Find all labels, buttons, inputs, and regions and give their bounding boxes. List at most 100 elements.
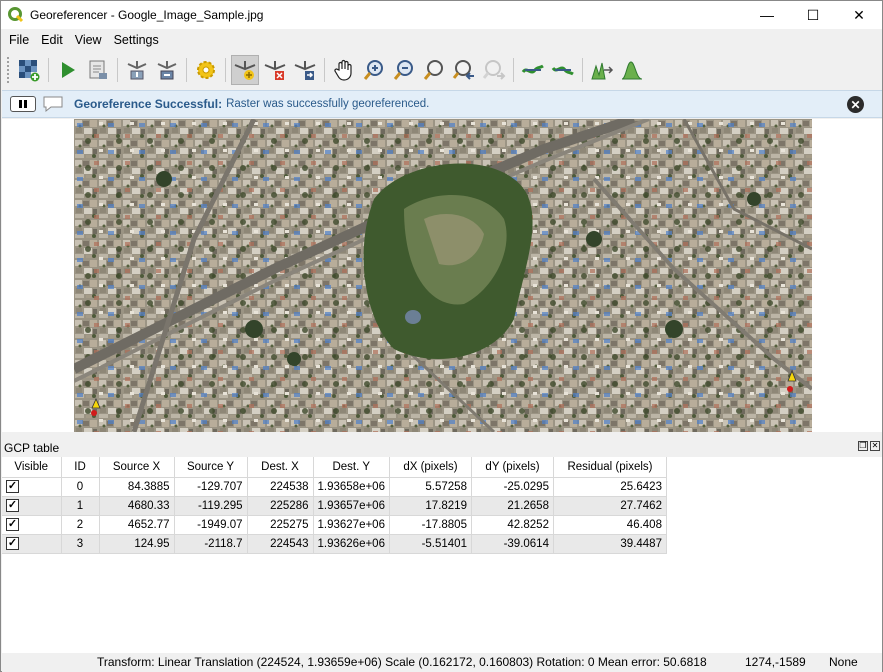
col-header-dx[interactable]: dX (pixels) — [389, 457, 472, 478]
close-window-button[interactable]: ✕ — [836, 1, 882, 29]
save-gcp-points-button[interactable] — [153, 55, 181, 85]
cell-dest-x[interactable]: 225275 — [247, 515, 314, 535]
cell-residual: 39.4487 — [553, 534, 667, 554]
start-georeferencing-icon — [62, 62, 75, 78]
move-point-button[interactable] — [291, 55, 319, 85]
cell-dest-y[interactable]: 1.93657e+06 — [313, 496, 390, 516]
toolbar-grip[interactable] — [7, 57, 10, 83]
cell-source-y[interactable]: -1949.07 — [174, 515, 248, 535]
zoom-out-icon — [393, 60, 413, 80]
cell-dest-y[interactable]: 1.93627e+06 — [313, 515, 390, 535]
coordinates-readout: 1274,-1589 — [745, 655, 806, 669]
visible-checkbox[interactable]: ✓ — [6, 537, 19, 550]
zoom-in-button[interactable] — [360, 55, 388, 85]
full-histogram-stretch-button[interactable] — [588, 55, 616, 85]
cell-dy: -25.0295 — [471, 477, 554, 497]
delete-point-button[interactable] — [261, 55, 289, 85]
message-title: Georeference Successful: — [74, 97, 223, 111]
cell-source-y[interactable]: -129.707 — [174, 477, 248, 497]
table-row[interactable]: ✓ 3 124.95 -2118.7 224543 1.93626e+06 -5… — [2, 534, 667, 554]
message-bar: Georeference Successful: Raster was succ… — [2, 90, 882, 118]
cell-dx: -17.8805 — [389, 515, 472, 535]
cell-dx: 5.57258 — [389, 477, 472, 497]
col-header-dest-x[interactable]: Dest. X — [247, 457, 314, 478]
visible-checkbox[interactable]: ✓ — [6, 480, 19, 493]
open-raster-button[interactable] — [15, 55, 43, 85]
local-histogram-stretch-button[interactable] — [618, 55, 646, 85]
close-message-button[interactable]: ✕ — [847, 96, 864, 113]
georeferencer-canvas[interactable] — [2, 119, 882, 432]
col-header-source-x[interactable]: Source X — [99, 457, 175, 478]
col-header-dy[interactable]: dY (pixels) — [471, 457, 554, 478]
delete-point-icon — [264, 61, 286, 80]
panel-splitter[interactable] — [2, 432, 882, 438]
menu-settings[interactable]: Settings — [108, 29, 165, 51]
toolbar-separator — [225, 58, 226, 82]
zoom-last-icon — [452, 60, 474, 80]
transformation-settings-icon — [197, 61, 215, 79]
close-panel-button[interactable]: ✕ — [870, 441, 880, 451]
speech-bubble-icon — [43, 96, 63, 113]
cell-dy: -39.0614 — [471, 534, 554, 554]
cell-dest-x[interactable]: 224543 — [247, 534, 314, 554]
cell-dy: 21.2658 — [471, 496, 554, 516]
table-row[interactable]: ✓ 1 4680.33 -119.295 225286 1.93657e+06 … — [2, 496, 667, 516]
cell-source-x[interactable]: 84.3885 — [99, 477, 175, 497]
close-icon: ✕ — [850, 97, 861, 112]
zoom-to-layer-button[interactable] — [420, 55, 448, 85]
col-header-source-y[interactable]: Source Y — [174, 457, 248, 478]
cell-dest-y[interactable]: 1.93658e+06 — [313, 477, 390, 497]
add-point-button[interactable] — [231, 55, 259, 85]
transformation-settings-button[interactable] — [192, 55, 220, 85]
cell-residual: 46.408 — [553, 515, 667, 535]
visible-checkbox[interactable]: ✓ — [6, 499, 19, 512]
cell-residual: 27.7462 — [553, 496, 667, 516]
gcp-table-area: Visible ID Source X Source Y Dest. X Des… — [2, 457, 882, 653]
table-row[interactable]: ✓ 0 84.3885 -129.707 224538 1.93658e+06 … — [2, 477, 667, 497]
cell-source-x[interactable]: 4680.33 — [99, 496, 175, 516]
cell-dy: 42.8252 — [471, 515, 554, 535]
menu-file[interactable]: File — [3, 29, 35, 51]
cell-source-y[interactable]: -119.295 — [174, 496, 248, 516]
toolbar-separator — [186, 58, 187, 82]
cell-dest-x[interactable]: 225286 — [247, 496, 314, 516]
visible-checkbox[interactable]: ✓ — [6, 518, 19, 531]
pause-timer-button[interactable] — [10, 96, 36, 112]
cell-dx: -5.51401 — [389, 534, 472, 554]
zoom-in-icon — [363, 60, 383, 80]
table-row[interactable]: ✓ 2 4652.77 -1949.07 225275 1.93627e+06 … — [2, 515, 667, 535]
cell-source-x[interactable]: 124.95 — [99, 534, 175, 554]
generate-gdal-script-button[interactable] — [84, 55, 112, 85]
minimize-button[interactable]: — — [744, 1, 790, 29]
link-qgis-to-georef-button[interactable] — [549, 55, 577, 85]
toolbar-separator — [582, 58, 583, 82]
menu-view[interactable]: View — [69, 29, 108, 51]
cell-source-y[interactable]: -2118.7 — [174, 534, 248, 554]
col-header-residual[interactable]: Residual (pixels) — [553, 457, 667, 478]
gcp-table: Visible ID Source X Source Y Dest. X Des… — [2, 457, 667, 554]
cell-id: 2 — [61, 515, 100, 535]
cell-residual: 25.6423 — [553, 477, 667, 497]
col-header-id[interactable]: ID — [61, 457, 100, 478]
col-header-visible[interactable]: Visible — [2, 457, 62, 478]
zoom-next-button[interactable] — [480, 55, 508, 85]
cell-dest-x[interactable]: 224538 — [247, 477, 314, 497]
link-georef-to-qgis-button[interactable] — [519, 55, 547, 85]
menu-edit[interactable]: Edit — [35, 29, 69, 51]
load-gcp-points-button[interactable] — [123, 55, 151, 85]
toolbar-separator — [117, 58, 118, 82]
pan-button[interactable] — [330, 55, 358, 85]
toolbar-separator — [324, 58, 325, 82]
crs-readout[interactable]: None — [829, 655, 858, 669]
cell-dest-y[interactable]: 1.93626e+06 — [313, 534, 390, 554]
start-georeferencing-button[interactable] — [54, 55, 82, 85]
save-gcp-icon — [157, 61, 177, 80]
toolbar-separator — [48, 58, 49, 82]
zoom-out-button[interactable] — [390, 55, 418, 85]
zoom-last-button[interactable] — [450, 55, 478, 85]
col-header-dest-y[interactable]: Dest. Y — [313, 457, 390, 478]
generate-gdal-script-icon — [89, 60, 107, 79]
float-panel-button[interactable]: ❐ — [858, 441, 868, 451]
maximize-button[interactable]: ☐ — [790, 1, 836, 29]
cell-source-x[interactable]: 4652.77 — [99, 515, 175, 535]
